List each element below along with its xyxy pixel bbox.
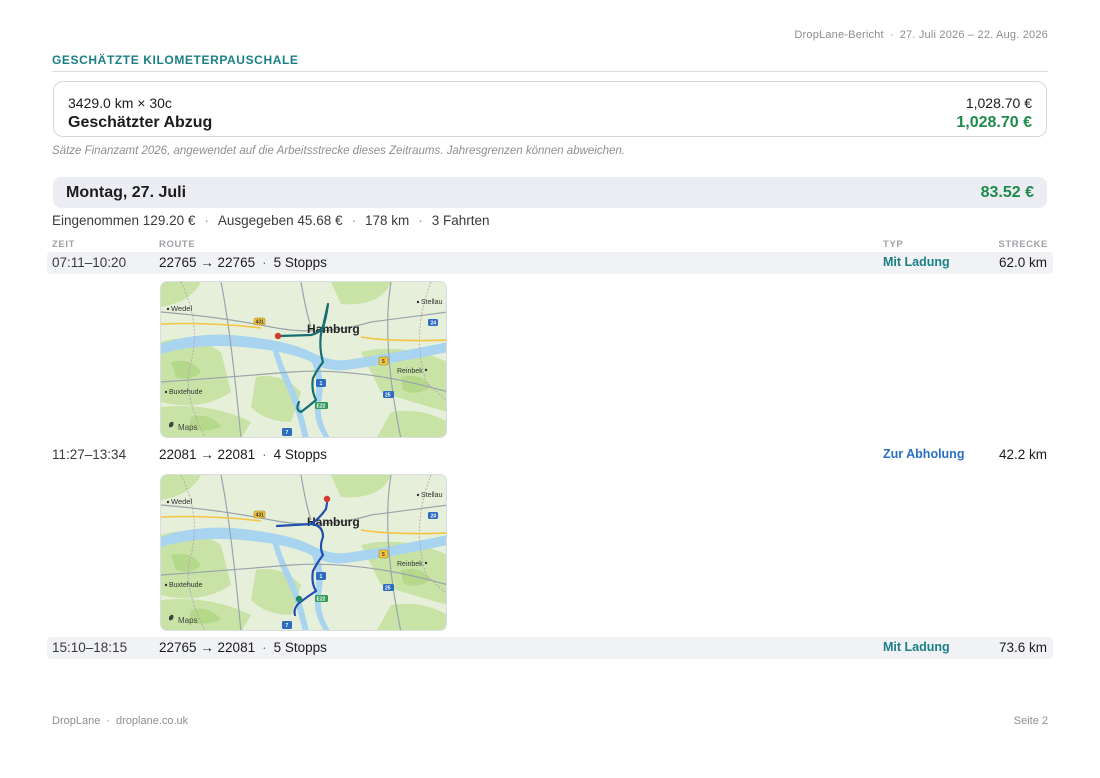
column-header-distance: STRECKE xyxy=(998,239,1048,250)
trip-stops: 5 Stopps xyxy=(273,640,327,655)
trip-distance: 62.0 km xyxy=(998,255,1047,270)
map-road-5: 5 xyxy=(382,359,385,365)
stat-income: Eingenommen 129.20 € xyxy=(52,213,196,228)
footer-separator: · xyxy=(106,715,110,727)
trip-stops: 5 Stopps xyxy=(273,255,327,270)
deduction-amount: 1,028.70 € xyxy=(956,114,1032,131)
trip-route: 22081 → 22081 · 4 Stopps xyxy=(159,447,327,462)
route-start-marker xyxy=(274,332,282,340)
day-net-amount: 83.52 € xyxy=(980,184,1034,201)
stat-distance: 178 km xyxy=(364,213,410,228)
map-road-1: 1 xyxy=(320,381,323,387)
header-separator: · xyxy=(889,29,894,41)
map-canvas: Wedel Stellau Hamburg Reinbek Buxtehude … xyxy=(161,282,446,437)
map-label-buxtehude: Buxtehude xyxy=(169,582,203,589)
map-label-stellau: Stellau xyxy=(421,492,443,499)
trip-type: Mit Ladung xyxy=(883,255,950,269)
trip-row: 11:27–13:34 22081 → 22081 · 4 Stopps Zur A… xyxy=(47,444,1053,466)
column-header-time: ZEIT xyxy=(52,239,75,250)
mileage-summary-box: 3429.0 km × 30c 1,028.70 € Geschätzter A… xyxy=(53,81,1047,137)
route-end-marker xyxy=(323,495,331,503)
column-header-route: ROUTE xyxy=(159,239,196,250)
section-divider xyxy=(52,71,1048,72)
trip-stops: 4 Stopps xyxy=(273,447,327,462)
report-name: DropLane-Bericht xyxy=(794,29,884,41)
map-label-buxtehude: Buxtehude xyxy=(169,389,203,396)
report-header: DropLane-Bericht · 27. Juli 2026 – 22. Aug… xyxy=(794,29,1048,41)
trip-route: 22765 → 22081 · 5 Stopps xyxy=(159,640,327,655)
mileage-calc-amount: 1,028.70 € xyxy=(965,95,1032,111)
route-start-marker xyxy=(295,595,303,603)
trip-route-map: Wedel Stellau Hamburg Reinbek Buxtehude … xyxy=(160,474,447,631)
map-canvas: Wedel Stellau Hamburg Reinbek Buxtehude … xyxy=(161,475,446,630)
trip-type: Zur Abholung xyxy=(883,447,965,461)
trip-route-postcodes: 22081 → 22081 xyxy=(159,447,256,462)
mileage-calc-label: 3429.0 km × 30c xyxy=(68,95,172,111)
footer-brand: DropLane · droplane.co.uk xyxy=(52,715,188,727)
trip-time: 07:11–10:20 xyxy=(52,255,127,270)
trip-distance: 73.6 km xyxy=(998,640,1047,655)
map-road-431: 431 xyxy=(256,513,265,519)
map-label-stellau: Stellau xyxy=(421,299,443,306)
map-label-reinbek: Reinbek xyxy=(397,561,423,568)
day-stats: Eingenommen 129.20 € · Ausgegeben 45.68 € ·… xyxy=(52,213,490,228)
tax-rate-note: Sätze Finanzamt 2026, angewendet auf die… xyxy=(52,145,625,157)
day-title: Montag, 27. Juli xyxy=(66,184,187,201)
map-road-7: 7 xyxy=(286,623,289,629)
deduction-label: Geschätzter Abzug xyxy=(68,114,213,131)
day-header: Montag, 27. Juli 83.52 € xyxy=(53,177,1047,208)
map-road-25: 25 xyxy=(385,586,391,592)
footer-brand-name: DropLane xyxy=(52,715,101,727)
map-road-1: 1 xyxy=(320,574,323,580)
map-road-5: 5 xyxy=(382,552,385,558)
map-road-e22: E22 xyxy=(317,597,326,603)
trip-row: 15:10–18:15 22765 → 22081 · 5 Stopps Mit L… xyxy=(47,637,1053,659)
map-label-reinbek: Reinbek xyxy=(397,368,423,375)
stat-expenses: Ausgegeben 45.68 € xyxy=(217,213,343,228)
trip-time: 15:10–18:15 xyxy=(52,640,128,655)
map-label-wedel: Wedel xyxy=(171,304,192,313)
trip-type: Mit Ladung xyxy=(883,640,950,654)
map-road-24: 24 xyxy=(431,514,437,520)
map-road-7: 7 xyxy=(286,430,289,436)
stat-trip-count: 3 Fahrten xyxy=(431,213,490,228)
maps-attribution: Maps xyxy=(178,423,198,432)
stat-separator: · xyxy=(351,213,356,228)
trip-route-postcodes: 22765 → 22765 xyxy=(159,255,256,270)
mileage-calculation-row: 3429.0 km × 30c 1,028.70 € xyxy=(68,95,1032,111)
maps-attribution: Maps xyxy=(178,616,198,625)
stat-separator: · xyxy=(204,213,209,228)
mileage-section-title: GESCHÄTZTE KILOMETERPAUSCHALE xyxy=(52,53,299,67)
map-label-wedel: Wedel xyxy=(171,497,192,506)
trip-time: 11:27–13:34 xyxy=(52,447,127,462)
map-road-e22: E22 xyxy=(317,404,326,410)
map-road-25: 25 xyxy=(385,393,391,399)
page-number: Seite 2 xyxy=(1013,715,1048,727)
trip-route-map: Wedel Stellau Hamburg Reinbek Buxtehude … xyxy=(160,281,447,438)
map-road-24: 24 xyxy=(431,321,437,327)
trip-route-postcodes: 22765 → 22081 xyxy=(159,640,256,655)
report-date-range: 27. Juli 2026 – 22. Aug. 2026 xyxy=(899,29,1048,41)
stat-separator: · xyxy=(418,213,423,228)
trip-distance: 42.2 km xyxy=(998,447,1047,462)
map-road-431: 431 xyxy=(256,320,265,326)
trip-route: 22765 → 22765 · 5 Stopps xyxy=(159,255,327,270)
footer-website: droplane.co.uk xyxy=(116,715,189,727)
column-header-type: TYP xyxy=(883,239,904,250)
deduction-row: Geschätzter Abzug 1,028.70 € xyxy=(68,114,1032,132)
trip-row: 07:11–10:20 22765 → 22765 · 5 Stopps Mit L… xyxy=(47,252,1053,274)
